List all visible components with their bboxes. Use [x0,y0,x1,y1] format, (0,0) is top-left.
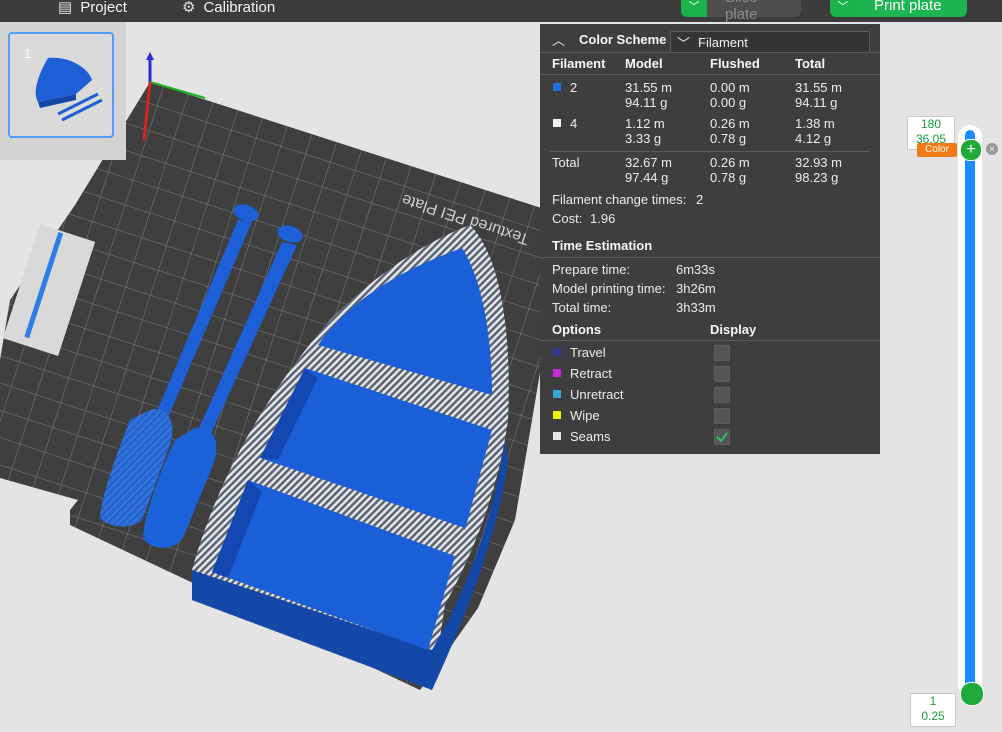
divider [540,74,880,75]
col-model: Model [625,56,663,71]
bottom-layer-readout: 1 0.25 [910,693,956,727]
option-wipe-label: Wipe [570,408,600,423]
layer-slider[interactable] [965,130,975,692]
filament-2-swatch [553,83,561,91]
filament-2-total-g: 94.11 g [795,95,838,110]
filament-4-model-m: 1.12 m [625,116,665,131]
calibration-icon: ⚙ [182,0,196,16]
divider [540,257,880,258]
checkmark-icon [716,432,728,443]
filament-2-total-m: 31.55 m [795,80,842,95]
project-icon: ▤ [58,0,73,16]
options-title: Options [552,322,602,337]
prepare-time-label: Prepare time: [552,262,631,277]
collapse-icon[interactable]: ︿ [552,30,565,49]
bottom-layer-handle[interactable] [960,682,984,706]
color-scheme-select[interactable]: ﹀ Filament [670,31,870,53]
bottom-layer-number: 1 [929,694,937,708]
col-flushed: Flushed [710,56,760,71]
boat-thumbnail-icon [35,57,103,122]
divider [540,340,880,341]
option-retract-label: Retract [570,366,612,381]
filament-change-label: Filament change times: [552,192,687,207]
totals-model-m: 32.67 m [625,155,672,170]
option-unretract-checkbox[interactable] [714,387,730,403]
wipe-swatch [553,411,561,419]
filament-2-flushed-g: 0.00 g [710,95,747,110]
chevron-down-icon: ﹀ [677,35,691,51]
totals-flushed-m: 0.26 m [710,155,750,170]
filament-2-id: 2 [570,80,578,95]
cost-label: Cost: [552,211,583,226]
filament-4-total-m: 1.38 m [795,116,835,131]
option-wipe-checkbox[interactable] [714,408,730,424]
totals-total-g: 98.23 g [795,170,839,185]
filament-4-id: 4 [570,116,578,131]
option-retract-checkbox[interactable] [714,366,730,382]
travel-swatch [553,348,561,356]
add-color-change-icon[interactable]: + [960,139,982,161]
tab-calibration[interactable]: ⚙ Calibration [182,0,275,18]
option-travel-label: Travel [570,345,606,360]
totals-total-m: 32.93 m [795,155,842,170]
seams-swatch [553,432,561,440]
filament-4-model-g: 3.33 g [625,131,662,146]
col-filament: Filament [552,56,606,71]
plate-thumbnail[interactable]: 1 [8,32,114,138]
gcode-legend-panel: ︿ Color Scheme ﹀ Filament Filament Model… [540,24,880,454]
option-unretract-label: Unretract [570,387,624,402]
color-scheme-select-value: Filament [698,34,748,50]
slice-dropdown-icon[interactable]: ﹀ [681,0,707,17]
total-time-value: 3h33m [676,300,716,315]
cost-value: 1.96 [590,211,616,226]
option-seams-checkbox[interactable] [714,429,730,445]
model-time-label: Model printing time: [552,281,666,296]
filament-4-flushed-g: 0.78 g [710,131,747,146]
filament-4-swatch [553,119,561,127]
model-time-value: 3h26m [676,281,716,296]
top-toolbar: ▤ Project ⚙ Calibration ﹀ Slice plate ﹀ … [0,0,1002,23]
retract-swatch [553,369,561,377]
divider [550,151,870,152]
filament-2-model-m: 31.55 m [625,80,672,95]
print-plate-label: Print plate [856,0,967,17]
filament-4-total-g: 4.12 g [795,131,832,146]
tab-project[interactable]: ▤ Project [58,0,127,18]
filament-change-value: 2 [696,192,704,207]
option-travel-checkbox[interactable] [714,345,730,361]
total-time-label: Total time: [552,300,612,315]
display-title: Display [710,322,757,337]
filament-2-flushed-m: 0.00 m [710,80,750,95]
option-seams-label: Seams [570,429,611,444]
filament-4-flushed-m: 0.26 m [710,116,750,131]
slice-plate-label: Slice plate [707,0,801,23]
tab-project-label: Project [80,0,127,16]
bottom-layer-height: 0.25 [921,709,945,723]
color-change-tag[interactable]: Color [917,143,957,157]
totals-label: Total [552,155,580,170]
prepare-time-value: 6m33s [676,262,716,277]
print-dropdown-icon[interactable]: ﹀ [830,0,856,17]
unretract-swatch [553,390,561,398]
top-layer-number: 180 [920,117,942,131]
print-plate-button[interactable]: ﹀ Print plate [830,0,967,17]
z-axis-arrow [146,52,154,60]
time-estimation-title: Time Estimation [552,238,653,253]
close-icon[interactable]: × [986,143,998,155]
col-total: Total [795,56,826,71]
color-scheme-title: Color Scheme [579,32,667,47]
slice-plate-button[interactable]: ﹀ Slice plate [681,0,801,23]
totals-model-g: 97.44 g [625,170,669,185]
tab-calibration-label: Calibration [203,0,276,16]
totals-flushed-g: 0.78 g [710,170,747,185]
filament-2-model-g: 94.11 g [625,95,668,110]
divider [540,52,880,53]
